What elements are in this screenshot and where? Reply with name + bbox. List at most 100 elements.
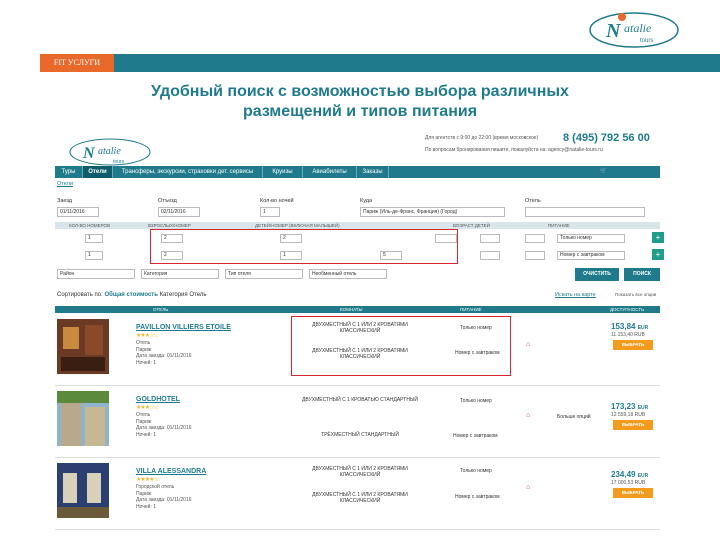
col-availability: ДОСТУПНОСТЬ <box>610 307 645 312</box>
price-rub: 17 000,53 RUB <box>611 480 646 486</box>
sort-hotel[interactable]: Отель <box>189 292 206 298</box>
agency-hours: Для агентств с 9:00 до 22:00 (время моск… <box>425 135 539 141</box>
checkout-label: Отъезд <box>158 198 177 204</box>
hotel-stars: ★★★☆☆ <box>136 333 159 339</box>
home-icon: ⌂ <box>526 484 531 491</box>
price: 234,49 EUR <box>611 470 649 479</box>
hotel-stars: ★★★★☆ <box>136 477 159 483</box>
title-bar <box>40 54 720 72</box>
hotel-row: GOLDHOTEL ★★★☆☆ Отель Париж Дата заезда: 0… <box>55 388 660 458</box>
hotel-row: VILLA ALESSANDRA ★★★★☆ Городской отель Па… <box>55 460 660 530</box>
svg-text:tours: tours <box>113 159 125 165</box>
nights-select[interactable]: 1 <box>260 207 280 217</box>
room-option[interactable]: ДВУХМЕСТНЫЙ С 1 КРОВАТЬЮ СТАНДАРТНЫЙ <box>295 397 425 403</box>
meal-option[interactable]: Только номер <box>460 398 492 404</box>
nav-tours[interactable]: Туры <box>55 166 83 178</box>
hotel-name[interactable]: VILLA ALESSANDRA <box>136 468 206 475</box>
hotel-photo[interactable] <box>57 319 109 374</box>
clear-button[interactable]: ОЧИСТИТЬ <box>575 268 619 281</box>
hotel-input[interactable] <box>525 207 645 217</box>
nav-orders[interactable]: Заказы <box>357 166 389 178</box>
sort-label: Сортировать по: <box>57 292 103 298</box>
col-rooms: КОЛ-ВО НОМЕРОВ <box>69 223 110 228</box>
svg-text:tours: tours <box>640 38 653 44</box>
rooms-select[interactable]: 1 <box>85 251 103 260</box>
select-button[interactable]: ВЫБРАТЬ <box>613 488 653 498</box>
room-option[interactable]: ТРЁХМЕСТНЫЙ СТАНДАРТНЫЙ <box>295 432 425 438</box>
cart-status[interactable]: 🛒 Ваша корзина пуста <box>600 168 660 174</box>
nav-services[interactable]: Трансферы, экскурсии, страховки дет. сер… <box>113 166 263 178</box>
select-button[interactable]: ВЫБРАТЬ <box>613 420 653 430</box>
more-options-link[interactable]: Больше опций <box>557 414 591 420</box>
highlight-rooms <box>291 316 511 376</box>
hotel-photo[interactable] <box>57 391 109 446</box>
checkin-label: Заезд <box>57 198 72 204</box>
dest-input[interactable]: Париж (Иль-де-Франс, Франция) (Город) <box>360 207 505 217</box>
age-select[interactable] <box>480 234 500 243</box>
col-adults: ВЗРОСЛЫХ/НОМЕР <box>148 223 191 228</box>
add-room-button[interactable]: + <box>652 249 664 260</box>
home-icon: ⌂ <box>526 341 531 348</box>
hotel-type-filter[interactable]: Тип отеля <box>225 269 303 279</box>
section-label: FIT УСЛУГИ <box>40 54 114 72</box>
website-screenshot: N atalie tours Для агентств с 9:00 до 22… <box>55 128 665 540</box>
svg-text:atalie: atalie <box>624 21 652 35</box>
hotel-photo[interactable] <box>57 463 109 518</box>
price-rub: 12 559,18 RUB <box>611 412 646 418</box>
age-select[interactable] <box>525 234 545 243</box>
col-hotel: ОТЕЛЬ <box>153 307 169 312</box>
checkout-input[interactable]: 02/11/2016 <box>158 207 200 217</box>
svg-text:atalie: atalie <box>98 146 121 157</box>
hotel-info: Отель Париж Дата заезда: 01/11/2016 Ночей: … <box>136 412 192 438</box>
hotel-name[interactable]: PAVILLON VILLIERS ETOILE <box>136 324 231 331</box>
hotel-name[interactable]: GOLDHOTEL <box>136 396 180 403</box>
map-link[interactable]: Искать на карте <box>555 292 596 298</box>
nav-cruises[interactable]: Круизы <box>263 166 303 178</box>
sort-category[interactable]: Категория <box>160 292 188 298</box>
nav-hotels[interactable]: Отели <box>83 166 113 178</box>
add-room-button[interactable]: + <box>652 232 664 243</box>
meal-option[interactable]: Только номер <box>460 468 492 474</box>
room-option[interactable]: ДВУХМЕСТНЫЙ С 1 ИЛИ 2 КРОВАТЯМИ КЛАССИЧЕ… <box>305 492 415 504</box>
breadcrumb[interactable]: Отели <box>57 181 73 187</box>
show-options[interactable]: Показать все опции <box>615 292 656 297</box>
hotel-info: Городской отель Париж Дата заезда: 01/11/2… <box>136 484 192 510</box>
meal-option[interactable]: Номер с завтраком <box>453 433 498 439</box>
search-button[interactable]: ПОИСК <box>624 268 660 281</box>
email-note: По вопросам бронирования пишите, пожалуй… <box>425 147 603 153</box>
select-button[interactable]: ВЫБРАТЬ <box>613 340 653 350</box>
nav-flights[interactable]: Авиабилеты <box>303 166 357 178</box>
hotel-info: Отель Париж Дата заезда: 01/11/2016 Ночей: … <box>136 340 192 366</box>
highlight-occupancy <box>150 229 458 264</box>
hotel-stars: ★★★☆☆ <box>136 405 159 411</box>
sort-total-price[interactable]: Общая стоимость <box>104 292 157 298</box>
rooms-select[interactable]: 1 <box>85 234 103 243</box>
hotel-label: Отель <box>525 198 541 204</box>
dest-label: Куда <box>360 198 373 204</box>
price: 153,84 EUR <box>611 322 649 331</box>
district-filter[interactable]: Район <box>57 269 135 279</box>
meal-select[interactable]: Только номер <box>557 234 625 243</box>
age-select[interactable] <box>480 251 500 260</box>
phone-number: 8 (495) 792 56 00 <box>563 132 650 144</box>
price: 173,23 EUR <box>611 402 649 411</box>
sort-bar: Сортировать по: Общая стоимость Категори… <box>57 292 206 298</box>
age-select[interactable] <box>525 251 545 260</box>
home-icon: ⌂ <box>526 412 531 419</box>
col-rooms-result: КОМНАТЫ <box>340 307 363 312</box>
meal-option[interactable]: Номер с завтраком <box>455 494 500 500</box>
price-rub: 11 153,40 RUB <box>611 332 645 338</box>
svg-text:N: N <box>605 20 622 42</box>
col-meal: ПИТАНИЕ <box>548 223 570 228</box>
site-logo[interactable]: N atalie tours <box>65 134 155 168</box>
room-option[interactable]: ДВУХМЕСТНЫЙ С 1 ИЛИ 2 КРОВАТЯМИ КЛАССИЧЕ… <box>305 466 415 478</box>
non-refundable-filter[interactable]: Необменный отель <box>309 269 387 279</box>
checkin-input[interactable]: 01/11/2016 <box>57 207 99 217</box>
svg-text:N: N <box>82 145 96 162</box>
col-meal-result: ПИТАНИЕ <box>460 307 482 312</box>
slide-headline: Удобный поиск с возможностью выбора разл… <box>151 83 569 120</box>
nights-label: Кол-во ночей <box>260 198 294 204</box>
category-filter[interactable]: Категория <box>141 269 219 279</box>
col-ages: ВОЗРАСТ ДЕТЕЙ <box>453 223 490 228</box>
meal-select[interactable]: Номер с завтраком <box>557 251 625 260</box>
